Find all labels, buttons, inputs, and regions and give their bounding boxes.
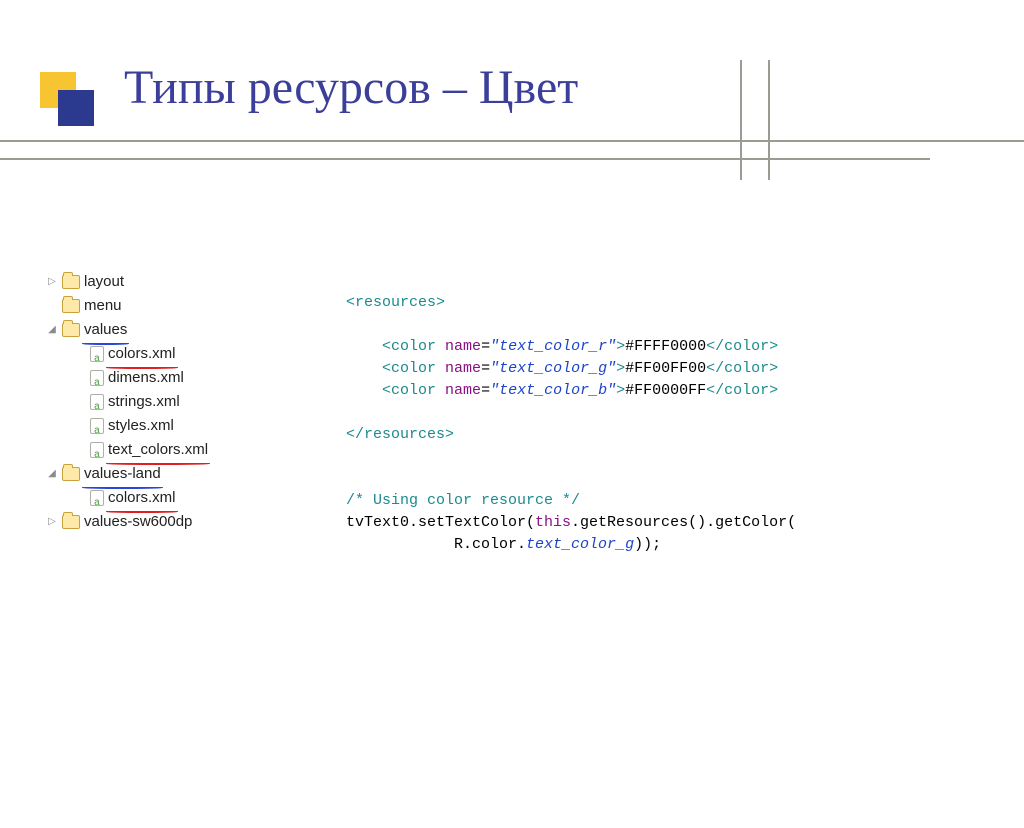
tree-item-label: menu (84, 294, 122, 318)
java-this: this (535, 514, 571, 531)
tree-item[interactable]: strings.xml (46, 390, 306, 414)
java-l2a: R.color. (454, 536, 526, 553)
tree-item-label: values (84, 318, 127, 342)
tree-item[interactable]: colors.xml (46, 342, 306, 366)
tree-item-label: colors.xml (108, 486, 176, 510)
tree-item[interactable]: text_colors.xml (46, 438, 306, 462)
tree-item-label: strings.xml (108, 390, 180, 414)
tree-item-label: colors.xml (108, 342, 176, 366)
expand-arrow-icon[interactable]: ◢ (46, 462, 58, 486)
rule-horizontal-main (0, 140, 1024, 142)
xml-color-lines: <color name="text_color_r">#FFFF0000</co… (346, 338, 778, 399)
slide-title: Типы ресурсов – Цвет (124, 60, 578, 115)
tree-item[interactable]: styles.xml (46, 414, 306, 438)
java-l1a: tvText0.setTextColor( (346, 514, 535, 531)
code-panel: <resources> <color name="text_color_r">#… (346, 270, 796, 578)
java-l2-id: text_color_g (526, 536, 634, 553)
tree-item[interactable]: colors.xml (46, 486, 306, 510)
xml-open-resources: <resources> (346, 294, 445, 311)
rule-horizontal-sub (0, 158, 930, 160)
tree-item-label: dimens.xml (108, 366, 184, 390)
tree-item-label: values-sw600dp (84, 510, 192, 534)
folder-icon (62, 515, 80, 529)
java-l2b: )); (634, 536, 661, 553)
java-l1b: .getResources().getColor( (571, 514, 796, 531)
decor-square-blue (58, 90, 94, 126)
expand-arrow-icon[interactable]: ▷ (46, 270, 58, 294)
tree-item[interactable]: ◢ values (46, 318, 306, 342)
xml-file-icon (90, 442, 104, 458)
xml-close-resources: </resources> (346, 426, 454, 443)
rule-vertical-1 (740, 60, 742, 180)
tree-item[interactable]: ◢ values-land (46, 462, 306, 486)
title-block: Типы ресурсов – Цвет (0, 60, 1024, 180)
content-area: ▷layoutmenu◢valuescolors.xmldimens.xmlst… (46, 270, 984, 578)
xml-file-icon (90, 490, 104, 506)
project-tree: ▷layoutmenu◢valuescolors.xmldimens.xmlst… (46, 270, 306, 578)
rule-vertical-2 (768, 60, 770, 180)
tree-item[interactable]: menu (46, 294, 306, 318)
tree-item-label: styles.xml (108, 414, 174, 438)
tree-item-label: text_colors.xml (108, 438, 208, 462)
tree-item[interactable]: dimens.xml (46, 366, 306, 390)
xml-file-icon (90, 346, 104, 362)
folder-icon (62, 323, 80, 337)
expand-arrow-icon[interactable]: ▷ (46, 510, 58, 534)
java-comment: /* Using color resource */ (346, 492, 580, 509)
xml-file-icon (90, 394, 104, 410)
folder-icon (62, 467, 80, 481)
xml-file-icon (90, 370, 104, 386)
folder-icon (62, 299, 80, 313)
folder-icon (62, 275, 80, 289)
expand-arrow-icon[interactable]: ◢ (46, 318, 58, 342)
tree-item-label: layout (84, 270, 124, 294)
tree-item-label: values-land (84, 462, 161, 486)
tree-item[interactable]: ▷ values-sw600dp (46, 510, 306, 534)
tree-item[interactable]: ▷ layout (46, 270, 306, 294)
xml-file-icon (90, 418, 104, 434)
